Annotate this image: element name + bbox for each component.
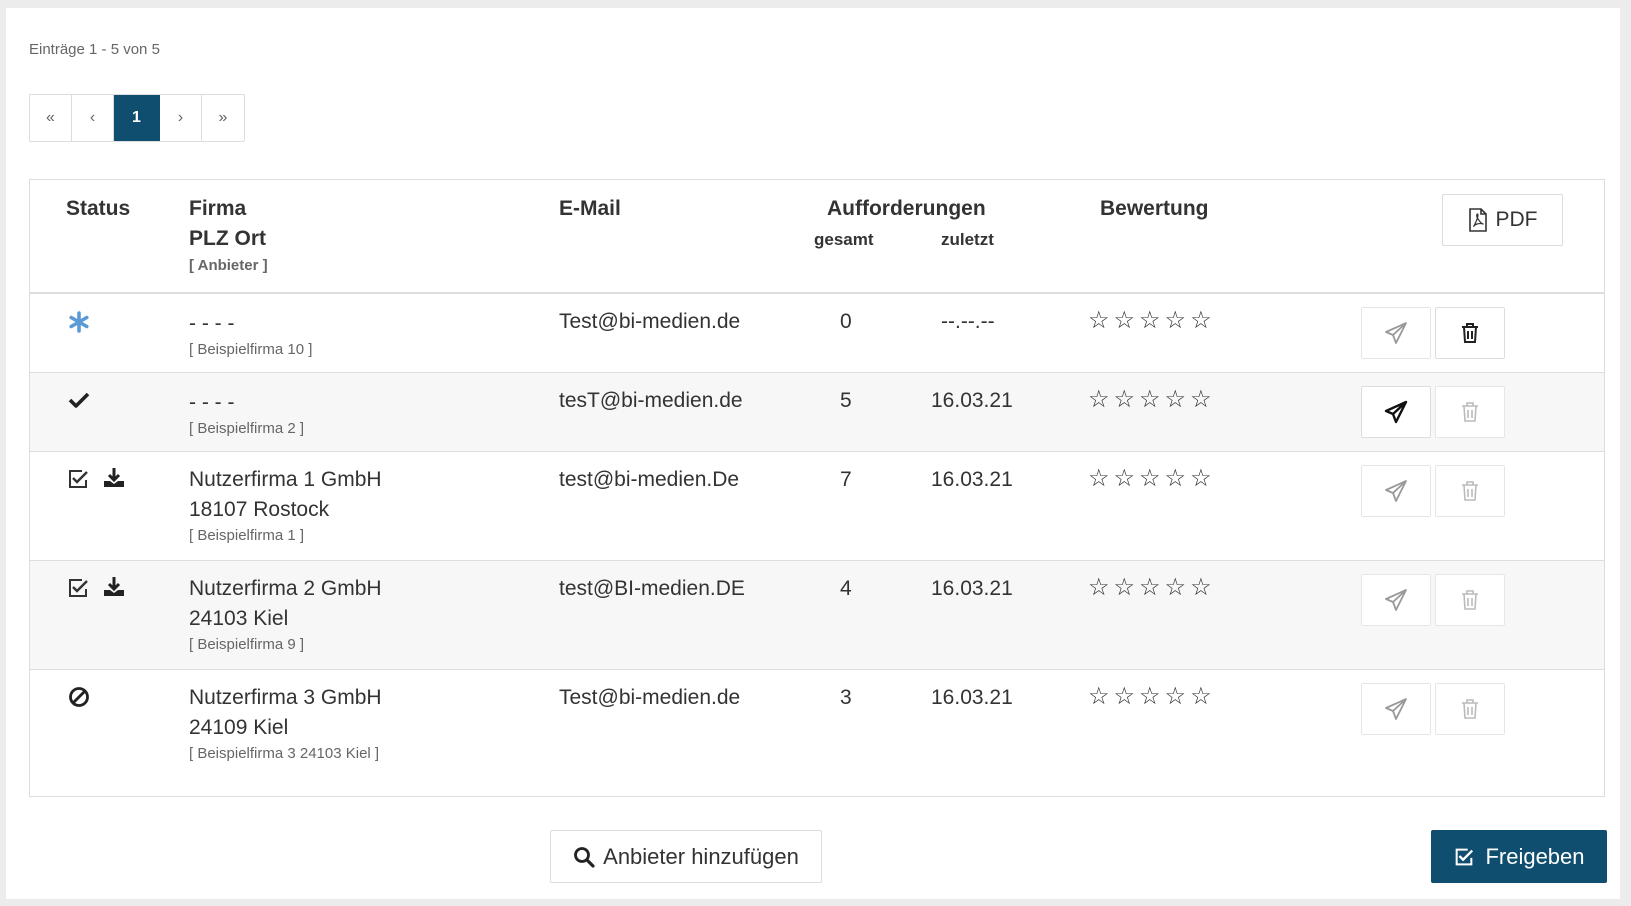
firma-name: Nutzerfirma 2 GmbH — [189, 577, 382, 600]
content-panel: Einträge 1 - 5 von 5 « ‹ 1 › » Status Fi… — [6, 8, 1620, 899]
send-request-button[interactable] — [1361, 574, 1431, 626]
anbieter-tag: [ Beispielfirma 2 ] — [189, 420, 305, 437]
trash-icon — [1462, 590, 1478, 610]
plz-ort: 24103 Kiel — [189, 607, 289, 630]
pagination: « ‹ 1 › » — [29, 94, 245, 142]
pdf-file-icon — [1468, 208, 1487, 232]
header-status: Status — [66, 197, 131, 220]
download-icon[interactable] — [102, 575, 126, 599]
count-total: 4 — [840, 577, 852, 600]
anbieter-tag: [ Beispielfirma 1 ] — [189, 527, 305, 544]
count-total: 3 — [840, 686, 852, 709]
asterisk-icon — [69, 311, 89, 333]
email: Test@bi-medien.de — [559, 310, 741, 333]
send-request-button[interactable] — [1361, 465, 1431, 517]
search-icon — [574, 846, 595, 868]
approve-button[interactable]: Freigeben — [1431, 830, 1607, 883]
paper-plane-icon — [1385, 589, 1407, 611]
delete-button[interactable] — [1435, 465, 1505, 517]
anbieter-tag: [ Beispielfirma 10 ] — [189, 341, 313, 358]
header-plz-ort: PLZ Ort — [189, 227, 266, 250]
delete-button[interactable] — [1435, 307, 1505, 359]
header-email: E-Mail — [559, 197, 621, 220]
email: tesT@bi-medien.de — [559, 389, 743, 412]
entries-info: Einträge 1 - 5 von 5 — [29, 41, 160, 58]
trash-icon — [1462, 323, 1478, 343]
anbieter-tag: [ Beispielfirma 9 ] — [189, 636, 305, 653]
header-anbieter: [ Anbieter ] — [189, 257, 268, 274]
delete-button[interactable] — [1435, 574, 1505, 626]
page-next-button[interactable]: › — [160, 95, 202, 141]
approve-label: Freigeben — [1485, 843, 1585, 869]
header-aufforderungen: Aufforderungen — [827, 197, 986, 220]
paper-plane-icon — [1384, 400, 1408, 424]
page-prev-button[interactable]: ‹ — [72, 95, 114, 141]
provider-table: Status Firma PLZ Ort [ Anbieter ] E-Mail… — [29, 179, 1605, 797]
table-header: Status Firma PLZ Ort [ Anbieter ] E-Mail… — [30, 180, 1604, 294]
trash-icon — [1462, 699, 1478, 719]
page-first-button[interactable]: « — [30, 95, 72, 141]
page-last-button[interactable]: » — [202, 95, 244, 141]
count-total: 7 — [840, 468, 852, 491]
checkbox-checked-icon — [69, 470, 88, 488]
table-row: Nutzerfirma 2 GmbH 24103 Kiel [ Beispiel… — [30, 561, 1604, 670]
last-date: 16.03.21 — [931, 389, 1013, 412]
plz-ort: 18107 Rostock — [189, 498, 330, 521]
delete-button[interactable] — [1435, 386, 1505, 438]
email: test@BI-medien.DE — [559, 577, 745, 600]
table-row: Nutzerfirma 3 GmbH 24109 Kiel [ Beispiel… — [30, 670, 1604, 778]
paper-plane-icon — [1385, 322, 1407, 344]
count-total: 0 — [840, 310, 852, 333]
email: test@bi-medien.De — [559, 468, 740, 491]
checkbox-checked-icon — [1456, 848, 1474, 865]
rating-stars[interactable]: ☆☆☆☆☆ — [1088, 306, 1216, 335]
page-current-button[interactable]: 1 — [114, 95, 160, 141]
check-icon — [68, 392, 90, 408]
email: Test@bi-medien.de — [559, 686, 741, 709]
trash-icon — [1462, 402, 1478, 422]
last-date: --.--.-- — [941, 310, 995, 333]
checkbox-checked-icon — [69, 579, 88, 597]
pdf-label: PDF — [1495, 208, 1538, 231]
add-provider-label: Anbieter hinzufügen — [603, 843, 799, 869]
rating-stars[interactable]: ☆☆☆☆☆ — [1088, 573, 1216, 602]
ban-icon — [69, 687, 89, 707]
firma-name: - - - - — [189, 312, 235, 335]
rating-stars[interactable]: ☆☆☆☆☆ — [1088, 385, 1216, 414]
count-total: 5 — [840, 389, 852, 412]
firma-name: Nutzerfirma 3 GmbH — [189, 686, 382, 709]
send-request-button[interactable] — [1361, 386, 1431, 438]
header-bewertung: Bewertung — [1100, 197, 1209, 220]
table-row: - - - - [ Beispielfirma 10 ] Test@bi-med… — [30, 294, 1604, 373]
trash-icon — [1462, 481, 1478, 501]
firma-name: - - - - — [189, 391, 235, 414]
add-provider-button[interactable]: Anbieter hinzufügen — [550, 830, 822, 883]
plz-ort: 24109 Kiel — [189, 716, 289, 739]
rating-stars[interactable]: ☆☆☆☆☆ — [1088, 464, 1216, 493]
delete-button[interactable] — [1435, 683, 1505, 735]
send-request-button[interactable] — [1361, 307, 1431, 359]
firma-name: Nutzerfirma 1 GmbH — [189, 468, 382, 491]
header-gesamt: gesamt — [814, 230, 874, 249]
paper-plane-icon — [1385, 698, 1407, 720]
last-date: 16.03.21 — [931, 577, 1013, 600]
last-date: 16.03.21 — [931, 468, 1013, 491]
paper-plane-icon — [1385, 480, 1407, 502]
header-zuletzt: zuletzt — [941, 230, 994, 249]
table-row: - - - - [ Beispielfirma 2 ] tesT@bi-medi… — [30, 373, 1604, 452]
pdf-button[interactable]: PDF — [1442, 194, 1563, 246]
send-request-button[interactable] — [1361, 683, 1431, 735]
rating-stars[interactable]: ☆☆☆☆☆ — [1088, 682, 1216, 711]
last-date: 16.03.21 — [931, 686, 1013, 709]
download-icon[interactable] — [102, 466, 126, 490]
anbieter-tag: [ Beispielfirma 3 24103 Kiel ] — [189, 745, 380, 762]
table-row: Nutzerfirma 1 GmbH 18107 Rostock [ Beisp… — [30, 452, 1604, 561]
header-firma: Firma — [189, 197, 247, 220]
